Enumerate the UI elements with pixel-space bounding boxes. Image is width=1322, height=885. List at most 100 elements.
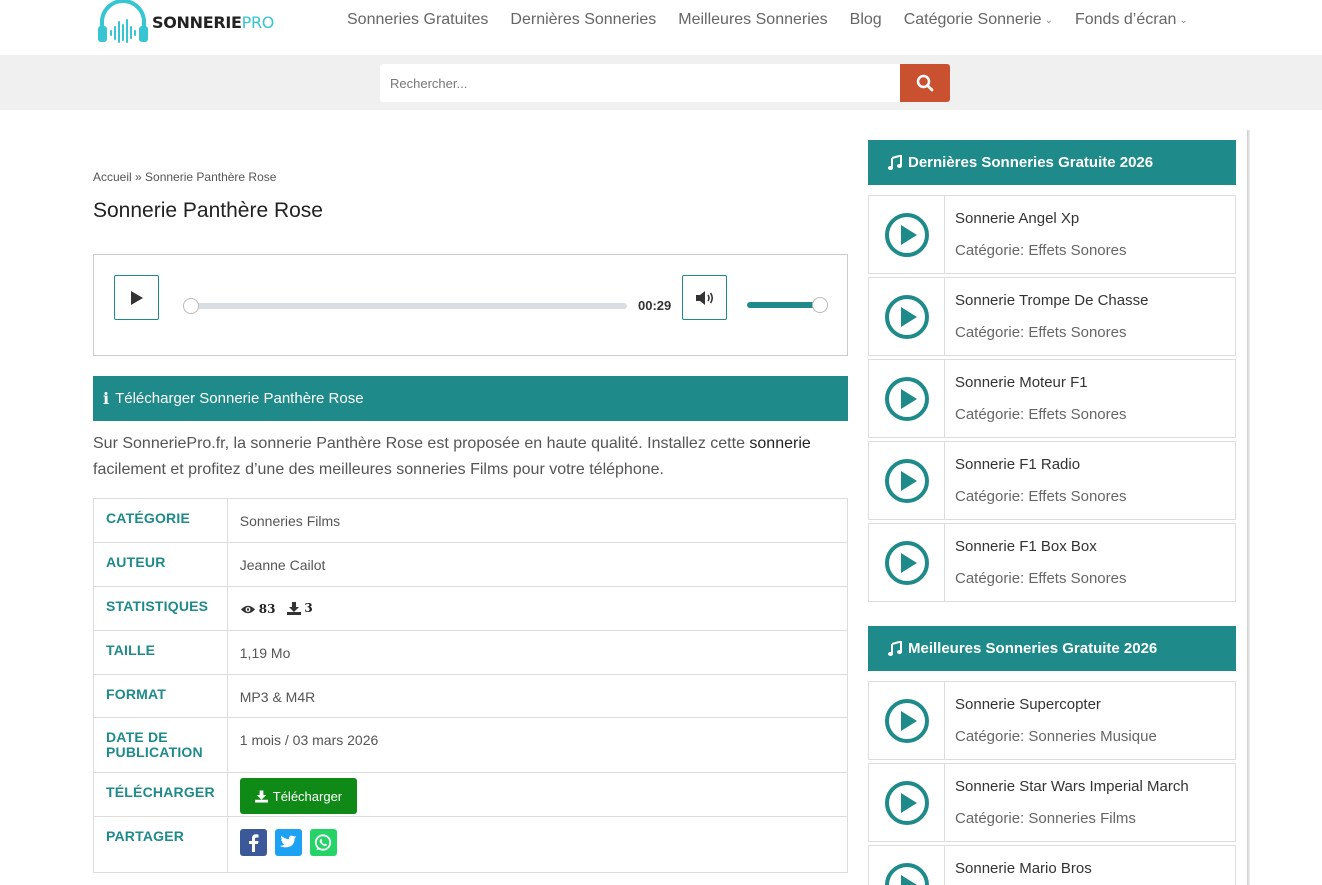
ringtone-title[interactable]: Sonnerie Moteur F1: [955, 374, 1088, 391]
play-circle-icon[interactable]: [869, 764, 945, 841]
nav-categorie-sonnerie[interactable]: Catégorie Sonnerie ⌄: [904, 11, 1053, 29]
nav-label: Meilleures Sonneries: [678, 11, 828, 28]
ringtone-category[interactable]: Catégorie: Sonneries Musique: [955, 728, 1157, 745]
volume-icon: [695, 290, 713, 305]
info-icon: i: [103, 389, 110, 408]
format-label: FORMAT: [93, 674, 228, 718]
date-value: 1 mois / 03 mars 2026: [226, 717, 849, 773]
table-row: CATÉGORIE Sonneries Films: [93, 498, 849, 543]
play-circle-icon[interactable]: [869, 360, 945, 437]
chevron-down-icon: ⌄: [1179, 14, 1188, 26]
ringtone-category[interactable]: Catégorie: Effets Sonores: [955, 406, 1127, 423]
main-nav: Sonneries Gratuites Dernières Sonneries …: [347, 11, 1210, 29]
views-count: 83: [258, 602, 276, 616]
table-row: PARTAGER: [93, 816, 849, 873]
nav-label: Blog: [849, 11, 882, 28]
table-row: TÉLÉCHARGER Télécharger: [93, 772, 849, 817]
download-button[interactable]: Télécharger: [239, 778, 358, 814]
share-cell: [226, 816, 849, 873]
stats-label: STATISTIQUES: [93, 586, 228, 631]
play-circle-icon[interactable]: [869, 278, 945, 355]
breadcrumb[interactable]: Accueil » Sonnerie Panthère Rose: [93, 170, 276, 184]
facebook-icon[interactable]: [239, 829, 267, 856]
best-ringtones-title-text: Meilleures Sonneries Gratuite 2026: [908, 640, 1158, 657]
search-input[interactable]: [380, 64, 900, 102]
table-row: TAILLE 1,19 Mo: [93, 630, 849, 675]
volume-slider[interactable]: [747, 302, 820, 308]
ringtone-list-item[interactable]: Sonnerie Star Wars Imperial March Catégor…: [868, 763, 1236, 842]
date-label: DATE DE PUBLICATION: [93, 717, 228, 773]
ringtone-category[interactable]: Catégorie: Sonneries Films: [955, 810, 1136, 827]
ringtone-list-item[interactable]: Sonnerie Moteur F1 Catégorie: Effets Sono…: [868, 359, 1236, 438]
downloads-stat: 3: [287, 601, 313, 615]
play-circle-icon[interactable]: [869, 682, 945, 759]
ringtone-category[interactable]: Catégorie: Effets Sonores: [955, 324, 1127, 341]
category-value[interactable]: Sonneries Films: [226, 498, 849, 543]
stats-value: 83 3: [226, 586, 849, 631]
ringtone-category[interactable]: Catégorie: Effets Sonores: [955, 488, 1127, 505]
download-section-title: i Télécharger Sonnerie Panthère Rose: [93, 376, 848, 421]
ringtone-info-table: CATÉGORIE Sonneries Films AUTEUR Jeanne …: [93, 498, 849, 873]
nav-meilleures-sonneries[interactable]: Meilleures Sonneries: [678, 11, 827, 29]
ringtone-title[interactable]: Sonnerie Angel Xp: [955, 210, 1079, 227]
ringtone-list-item[interactable]: Sonnerie Supercopter Catégorie: Sonneries…: [868, 681, 1236, 760]
nav-label: Sonneries Gratuites: [347, 11, 489, 28]
sidebar-shadow: [1247, 130, 1250, 885]
nav-dernieres-sonneries[interactable]: Dernières Sonneries: [510, 11, 656, 29]
nav-sonneries-gratuites[interactable]: Sonneries Gratuites: [347, 11, 488, 29]
search-button[interactable]: [900, 64, 950, 102]
whatsapp-icon[interactable]: [309, 829, 337, 856]
play-circle-icon[interactable]: [869, 442, 945, 519]
nav-label: Dernières Sonneries: [510, 11, 657, 28]
latest-ringtones-title: Dernières Sonneries Gratuite 2026: [868, 140, 1236, 185]
ringtone-title[interactable]: Sonnerie F1 Box Box: [955, 538, 1097, 555]
mute-button[interactable]: [682, 275, 727, 320]
seek-handle[interactable]: [183, 298, 199, 314]
play-icon: [130, 290, 143, 305]
downloads-count: 3: [304, 601, 313, 615]
description-text: Sur SonneriePro.fr, la sonnerie Panthère…: [93, 435, 750, 452]
author-value: Jeanne Cailot: [226, 542, 849, 587]
ringtone-title[interactable]: Sonnerie Mario Bros: [955, 860, 1092, 877]
table-row: DATE DE PUBLICATION 1 mois / 03 mars 202…: [93, 717, 849, 773]
description-text: facilement et profitez d’une des meilleu…: [93, 461, 664, 478]
ringtone-category[interactable]: Catégorie: Effets Sonores: [955, 570, 1127, 587]
volume-handle[interactable]: [812, 297, 828, 313]
download-icon: [287, 601, 302, 615]
ringtone-list-item[interactable]: Sonnerie Mario Bros: [868, 845, 1236, 885]
download-label: TÉLÉCHARGER: [93, 772, 228, 817]
table-row: STATISTIQUES 83 3: [93, 586, 849, 631]
ringtone-category[interactable]: Catégorie: Effets Sonores: [955, 242, 1127, 259]
play-circle-icon[interactable]: [869, 846, 945, 885]
best-ringtones-title: Meilleures Sonneries Gratuite 2026: [868, 626, 1236, 671]
views-stat: 83: [240, 602, 276, 616]
nav-fonds-ecran[interactable]: Fonds d’écran ⌄: [1075, 11, 1188, 29]
ringtone-list-item[interactable]: Sonnerie Angel Xp Catégorie: Effets Sonor…: [868, 195, 1236, 274]
audio-player: 00:29: [93, 254, 848, 356]
nav-label: Fonds d’écran: [1074, 11, 1177, 28]
ringtone-title[interactable]: Sonnerie F1 Radio: [955, 456, 1080, 473]
play-circle-icon[interactable]: [869, 524, 945, 601]
logo-text: SONNERIEPRO: [152, 13, 274, 32]
description: Sur SonneriePro.fr, la sonnerie Panthère…: [93, 431, 853, 483]
ringtone-list-item[interactable]: Sonnerie Trompe De Chasse Catégorie: Effe…: [868, 277, 1236, 356]
ringtone-list-item[interactable]: Sonnerie F1 Box Box Catégorie: Effets Son…: [868, 523, 1236, 602]
description-link[interactable]: sonnerie: [749, 435, 810, 452]
logo-text-accent: PRO: [241, 12, 275, 32]
play-button[interactable]: [114, 275, 159, 320]
ringtone-title[interactable]: Sonnerie Star Wars Imperial March: [955, 778, 1189, 795]
ringtone-list-item[interactable]: Sonnerie F1 Radio Catégorie: Effets Sonor…: [868, 441, 1236, 520]
twitter-icon[interactable]: [274, 829, 302, 856]
download-cell: Télécharger: [226, 772, 849, 817]
share-label: PARTAGER: [93, 816, 228, 873]
play-circle-icon[interactable]: [869, 196, 945, 273]
eye-icon: [240, 605, 255, 613]
nav-label: Catégorie Sonnerie: [903, 11, 1042, 28]
ringtone-title[interactable]: Sonnerie Trompe De Chasse: [955, 292, 1148, 309]
site-logo[interactable]: SONNERIEPRO: [96, 0, 274, 44]
ringtone-title[interactable]: Sonnerie Supercopter: [955, 696, 1101, 713]
seek-bar[interactable]: [184, 303, 627, 309]
download-button-label: Télécharger: [272, 788, 343, 804]
download-icon: [254, 789, 268, 803]
nav-blog[interactable]: Blog: [850, 11, 882, 29]
